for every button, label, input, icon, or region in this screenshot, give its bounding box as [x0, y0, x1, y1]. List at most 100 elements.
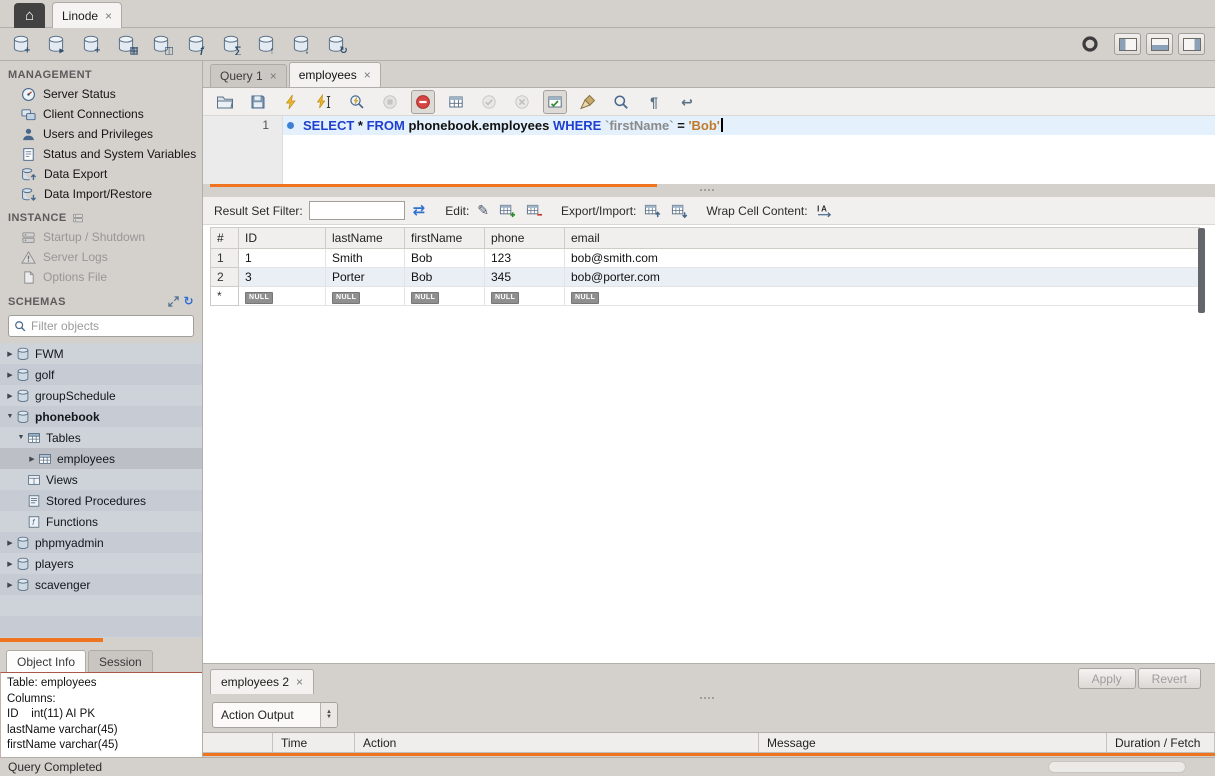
sidebar-splitter[interactable]	[0, 638, 103, 642]
grid-cell[interactable]: Bob	[405, 249, 485, 268]
action-column-time[interactable]: Time	[273, 733, 355, 752]
grid-cell[interactable]: bob@smith.com	[565, 249, 1200, 268]
editor-tab-query-1[interactable]: Query 1×	[210, 64, 287, 87]
wrap-cell-content-icon[interactable]: I A	[816, 203, 835, 218]
refresh-results-icon[interactable]: ⇄	[413, 203, 426, 218]
toggle-bottom-panel-icon[interactable]	[1146, 33, 1173, 55]
tree-node-stored-procedures[interactable]: Stored Procedures	[0, 490, 202, 511]
limit-rows-icon[interactable]	[444, 90, 468, 114]
create-procedure-icon[interactable]: ƒ	[185, 32, 209, 56]
data-import-icon[interactable]: ↓	[290, 32, 314, 56]
sidebar-item-options-file[interactable]: Options File	[0, 267, 202, 287]
create-view-icon[interactable]: ◫	[150, 32, 174, 56]
horizontal-scrollbar[interactable]	[1048, 761, 1186, 773]
tree-expand-icon[interactable]: ▶	[4, 392, 16, 400]
sidebar-item-startup-shutdown[interactable]: Startup / Shutdown	[0, 227, 202, 247]
tree-expand-icon[interactable]: ▼	[4, 413, 16, 420]
select-stepper-icon[interactable]: ▲▼	[320, 703, 337, 727]
grid-cell[interactable]: 123	[485, 249, 565, 268]
home-tab[interactable]: ⌂	[14, 3, 45, 28]
reconnect-icon[interactable]: ↻	[325, 32, 349, 56]
tree-node-players[interactable]: ▶players	[0, 553, 202, 574]
tree-expand-icon[interactable]: ▶	[4, 350, 16, 358]
autocommit-toggle-icon[interactable]	[543, 90, 567, 114]
apply-button[interactable]: Apply	[1078, 668, 1136, 689]
rollback-icon[interactable]	[510, 90, 534, 114]
action-column-duration-fetch[interactable]: Duration / Fetch	[1107, 733, 1215, 752]
export-recordset-icon[interactable]	[644, 203, 661, 219]
tree-expand-icon[interactable]: ▶	[4, 581, 16, 589]
grid-cell[interactable]: 3	[239, 268, 326, 287]
execute-statement-icon[interactable]	[279, 90, 303, 114]
column-header-4[interactable]: phone	[485, 228, 565, 249]
action-column-action[interactable]: Action	[355, 733, 759, 752]
toggle-right-sidebar-icon[interactable]	[1178, 33, 1205, 55]
close-tab-icon[interactable]: ×	[105, 9, 112, 23]
create-function-icon[interactable]: ∑	[220, 32, 244, 56]
connection-tab[interactable]: Linode ×	[52, 2, 122, 28]
grid-cell-null[interactable]: NULL	[485, 287, 565, 306]
create-schema-icon[interactable]: +	[80, 32, 104, 56]
action-column-message[interactable]: Message	[759, 733, 1107, 752]
edit-record-icon[interactable]: ✎	[477, 203, 489, 218]
toggle-left-sidebar-icon[interactable]	[1114, 33, 1141, 55]
grid-cell[interactable]: 1	[239, 249, 326, 268]
tab-session[interactable]: Session	[88, 650, 153, 672]
result-set-filter-input[interactable]	[309, 201, 405, 220]
sidebar-item-status-and-system-variables[interactable]: Status and System Variables	[0, 144, 202, 164]
splitter-grip[interactable]	[700, 189, 702, 191]
column-header-0[interactable]: #	[211, 228, 239, 249]
schema-filter-input[interactable]	[31, 319, 188, 333]
sidebar-item-users-and-privileges[interactable]: Users and Privileges	[0, 124, 202, 144]
column-header-5[interactable]: email	[565, 228, 1200, 249]
close-result-tab-icon[interactable]: ×	[296, 675, 303, 689]
editor-tab-employees[interactable]: employees×	[289, 62, 381, 87]
grid-cell-null[interactable]: NULL	[405, 287, 485, 306]
data-export-icon[interactable]: ↑	[255, 32, 279, 56]
explain-plan-icon[interactable]	[345, 90, 369, 114]
tree-node-groupschedule[interactable]: ▶groupSchedule	[0, 385, 202, 406]
new-query-tab-icon[interactable]: +	[10, 32, 34, 56]
tree-expand-icon[interactable]: ▼	[15, 434, 27, 441]
grid-cell-null[interactable]: NULL	[326, 287, 405, 306]
tree-expand-icon[interactable]: ▶	[26, 455, 38, 463]
grid-cell[interactable]: 345	[485, 268, 565, 287]
sidebar-item-client-connections[interactable]: Client Connections	[0, 104, 202, 124]
sidebar-item-server-logs[interactable]: Server Logs	[0, 247, 202, 267]
grid-cell[interactable]: bob@porter.com	[565, 268, 1200, 287]
column-header-3[interactable]: firstName	[405, 228, 485, 249]
tree-node-fwm[interactable]: ▶FWM	[0, 343, 202, 364]
action-output-select[interactable]: Action Output ▲▼	[212, 702, 338, 728]
revert-button[interactable]: Revert	[1138, 668, 1201, 689]
sidebar-item-data-export[interactable]: Data Export	[0, 164, 202, 184]
column-header-1[interactable]: ID	[239, 228, 326, 249]
find-icon[interactable]	[609, 90, 633, 114]
open-sql-script-icon[interactable]: ▸	[45, 32, 69, 56]
grid-scrollbar[interactable]	[1198, 228, 1205, 313]
action-column-icon[interactable]	[203, 733, 273, 752]
tree-node-scavenger[interactable]: ▶scavenger	[0, 574, 202, 595]
grid-cell-null[interactable]: NULL	[565, 287, 1200, 306]
refresh-schemas-icon[interactable]: ↻	[184, 295, 194, 308]
close-tab-icon[interactable]: ×	[270, 69, 277, 83]
editor-result-splitter[interactable]	[203, 184, 1215, 197]
tree-expand-icon[interactable]: ▶	[4, 539, 16, 547]
grid-cell[interactable]: Smith	[326, 249, 405, 268]
column-header-2[interactable]: lastName	[326, 228, 405, 249]
tree-node-functions[interactable]: fFunctions	[0, 511, 202, 532]
grid-cell[interactable]: Bob	[405, 268, 485, 287]
tree-node-views[interactable]: Views	[0, 469, 202, 490]
open-sql-file-icon[interactable]	[213, 90, 237, 114]
tab-object-info[interactable]: Object Info	[6, 650, 86, 672]
delete-row-icon[interactable]	[526, 203, 543, 219]
execute-current-icon[interactable]	[312, 90, 336, 114]
insert-row-icon[interactable]	[499, 203, 516, 219]
tree-node-employees[interactable]: ▶employees	[0, 448, 202, 469]
tree-expand-icon[interactable]: ▶	[4, 560, 16, 568]
result-tab-employees[interactable]: employees 2 ×	[210, 669, 314, 694]
beautify-script-icon[interactable]	[576, 90, 600, 114]
tree-expand-icon[interactable]: ▶	[4, 371, 16, 379]
wrap-text-icon[interactable]: ↩	[675, 90, 699, 114]
tree-node-golf[interactable]: ▶golf	[0, 364, 202, 385]
tree-node-phonebook[interactable]: ▼phonebook	[0, 406, 202, 427]
